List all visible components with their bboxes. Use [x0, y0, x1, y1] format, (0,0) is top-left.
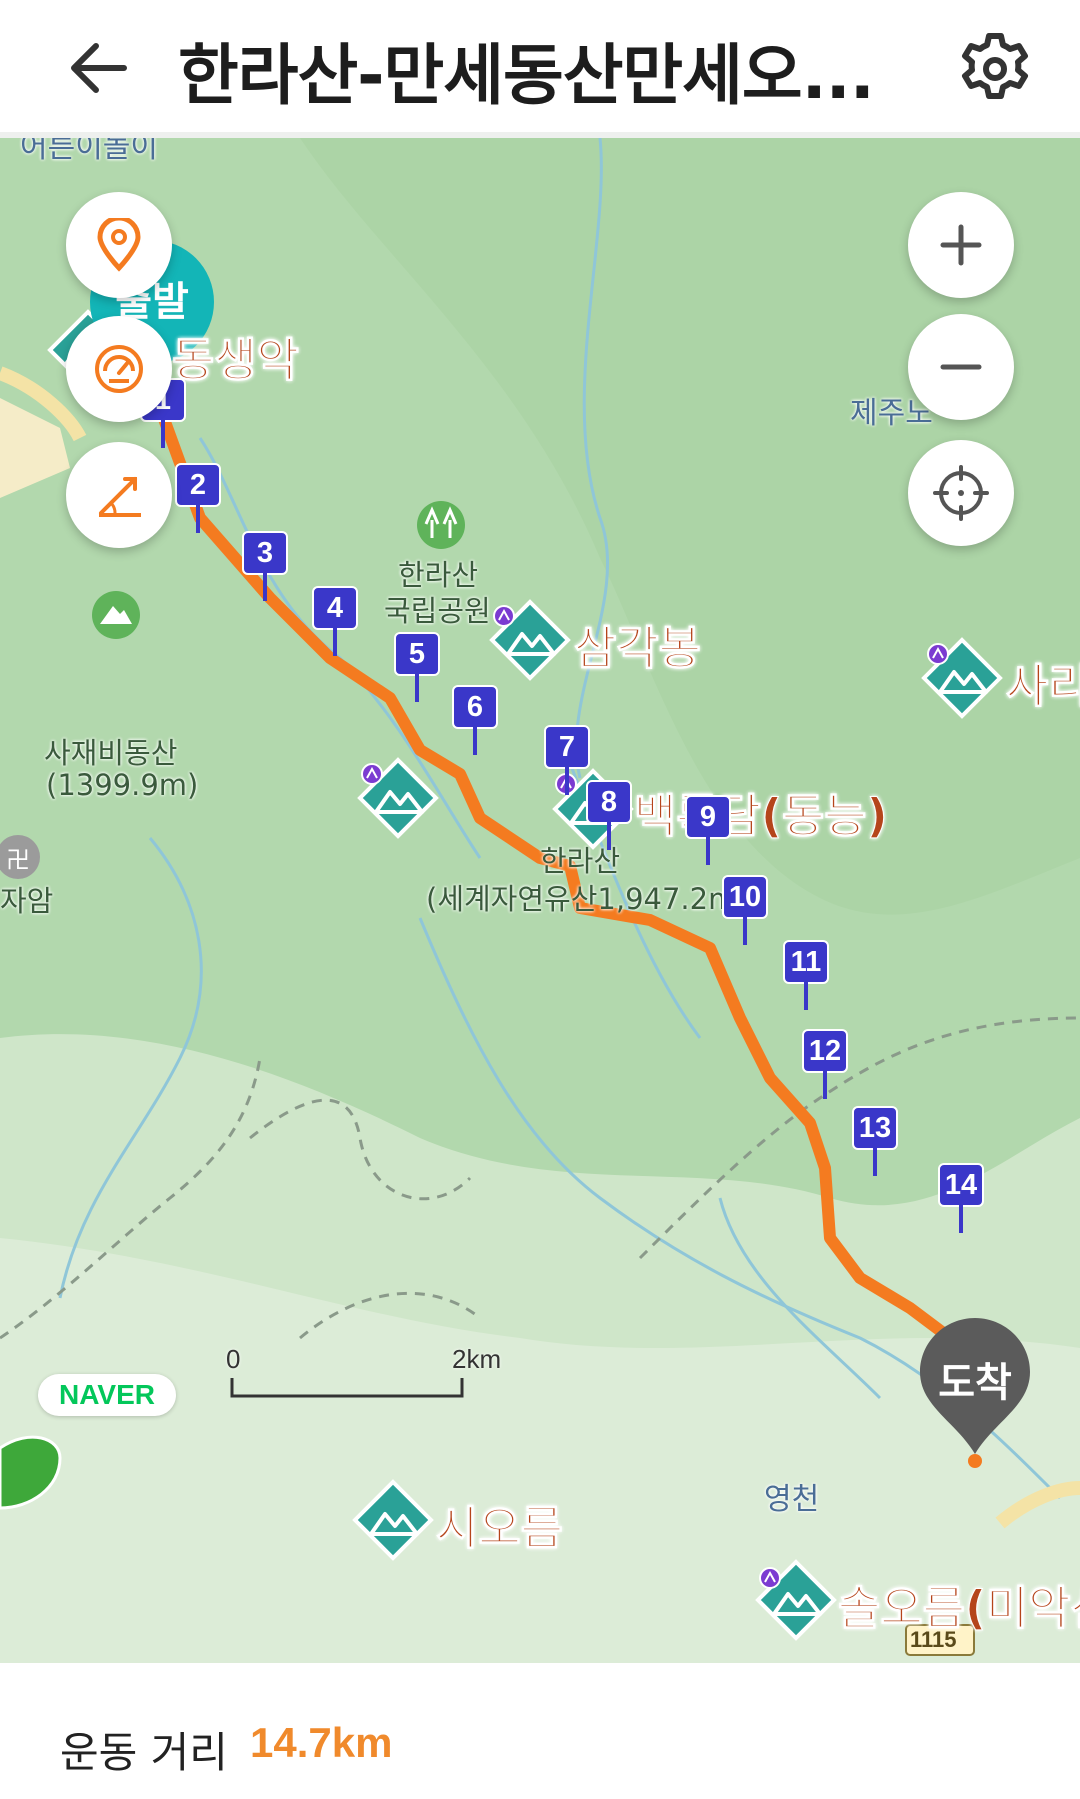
location-pin-button[interactable]	[66, 192, 172, 298]
waypoint-9[interactable]: 9	[685, 795, 731, 865]
zoom-out-button[interactable]	[908, 314, 1014, 420]
label-samgak: 삼각봉	[574, 621, 702, 676]
label-temple: 자암	[0, 884, 54, 918]
waypoint-14[interactable]: 14	[938, 1163, 984, 1233]
crosshair-icon	[933, 465, 989, 521]
label-sajaebi-2: (1399.9m)	[46, 768, 199, 802]
distance-value: 14.7km	[250, 1719, 393, 1766]
label-yeongcheon: 영천	[764, 1482, 820, 1517]
location-pin-icon	[97, 218, 141, 272]
label-sari: 사리	[1006, 659, 1080, 714]
waypoint-5[interactable]: 5	[394, 632, 440, 702]
map-view[interactable]: 卍 출발 도착 동생악 삼각봉 사리 백록담(동능) 시오름 솔오름(미악산 어…	[0, 138, 1080, 1663]
label-soloreum: 솔오름(미악산	[838, 1581, 1080, 1636]
waypoint-6[interactable]: 6	[452, 685, 498, 755]
current-location-button[interactable]	[908, 440, 1014, 546]
waypoint-2[interactable]: 2	[175, 463, 221, 533]
waypoint-11[interactable]: 11	[783, 940, 829, 1010]
peak-marker-sioreum[interactable]	[353, 1480, 433, 1560]
gear-icon	[962, 33, 1028, 99]
elevation-button[interactable]	[66, 442, 172, 548]
waypoint-7[interactable]: 7	[544, 725, 590, 795]
speed-button[interactable]	[66, 316, 172, 422]
label-sioreum: 시오름	[436, 1501, 564, 1556]
minus-icon	[940, 364, 982, 370]
naver-logo: NAVER	[38, 1374, 176, 1416]
label-top-left: 어른이놀이	[20, 138, 158, 165]
svg-text:卍: 卍	[6, 846, 30, 874]
label-hallasan-2: (세계자연유산1,947.2m)	[426, 882, 748, 916]
waypoint-3[interactable]: 3	[242, 531, 288, 601]
app-bar: 한라산-만세동산만세오...	[0, 0, 1080, 138]
temple-icon: 卍	[0, 835, 40, 879]
stats-panel: 운동 거리 14.7km	[0, 1663, 1080, 1799]
distance-label: 운동 거리	[60, 1728, 228, 1777]
settings-button[interactable]	[950, 24, 1040, 114]
waypoint-8[interactable]: 8	[586, 780, 632, 850]
mountain-icon	[92, 591, 140, 639]
back-button[interactable]	[62, 28, 142, 108]
zoom-in-button[interactable]	[908, 192, 1014, 298]
waypoint-13[interactable]: 13	[852, 1106, 898, 1176]
speedometer-icon	[95, 345, 143, 393]
waypoint-10[interactable]: 10	[722, 875, 768, 945]
naver-logo-leaf	[0, 1435, 62, 1510]
label-park-2: 국립공원	[384, 594, 491, 628]
waypoint-12[interactable]: 12	[802, 1029, 848, 1099]
label-baengnok: 백록담(동능)	[634, 789, 889, 844]
waypoint-4[interactable]: 4	[312, 586, 358, 656]
label-sajaebi-1: 사재비동산	[44, 736, 178, 770]
elevation-slope-icon	[99, 477, 141, 517]
arrow-left-icon	[71, 43, 127, 93]
scale-zero: 0	[226, 1344, 241, 1374]
page-title: 한라산-만세동산만세오...	[178, 37, 875, 114]
label-road-1115: 1115	[910, 1627, 957, 1652]
park-icon	[417, 501, 465, 549]
end-marker[interactable]: 도착	[916, 1318, 1034, 1468]
label-dongsaeng: 동생악	[172, 333, 300, 388]
plus-icon	[940, 224, 982, 266]
scale-max: 2km	[452, 1344, 502, 1374]
